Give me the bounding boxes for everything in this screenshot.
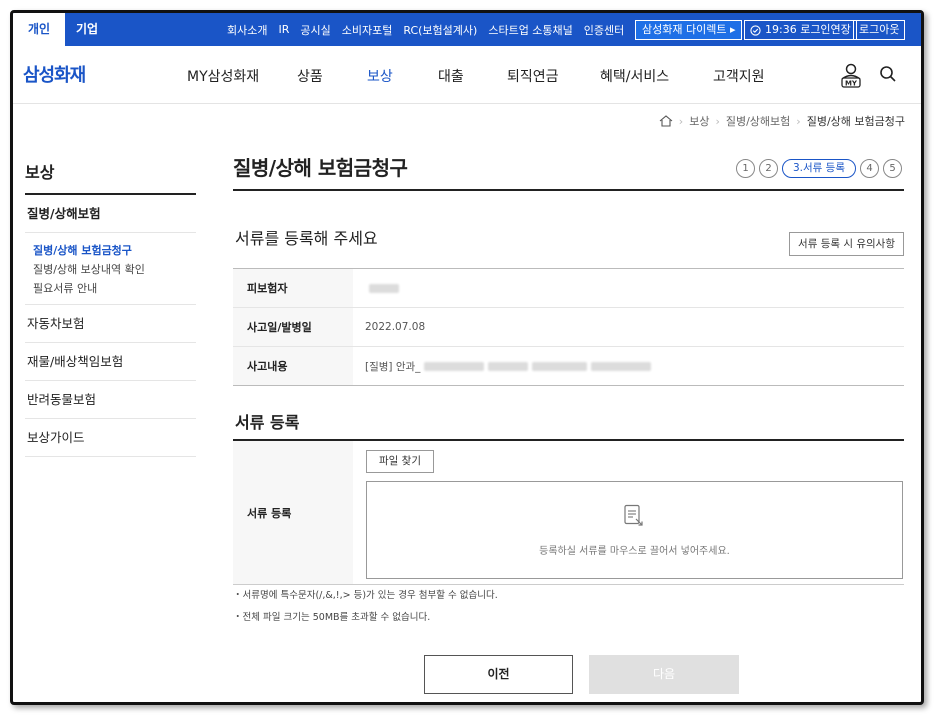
row-label: 사고일/발병일 bbox=[233, 308, 353, 346]
document-upload-icon bbox=[624, 504, 643, 526]
link-consumer-portal[interactable]: 소비자포털 bbox=[342, 22, 393, 38]
upload-label: 서류 등록 bbox=[233, 441, 353, 584]
main-content: 질병/상해 보험금청구 1 2 3.서류 등록 4 5 서류를 등록해 주세요 … bbox=[233, 153, 904, 694]
link-ir[interactable]: IR bbox=[278, 23, 289, 36]
breadcrumb-item[interactable]: 질병/상해보험 bbox=[726, 113, 790, 129]
sidebar-category-pet[interactable]: 반려동물보험 bbox=[25, 381, 196, 419]
masked-text bbox=[369, 283, 399, 293]
table-row: 사고일/발병일 2022.07.08 bbox=[233, 308, 904, 347]
chevron-right-icon: › bbox=[678, 114, 684, 128]
nav-benefits[interactable]: 혜택/서비스 bbox=[600, 66, 669, 86]
insured-value bbox=[353, 283, 399, 293]
tab-corporate[interactable]: 기업 bbox=[65, 13, 109, 46]
sidebar-category-guide[interactable]: 보상가이드 bbox=[25, 419, 196, 457]
section-title-register: 서류를 등록해 주세요 bbox=[235, 229, 378, 248]
chevron-right-icon: › bbox=[796, 114, 801, 128]
upload-note: ・서류명에 특수문자(/,&,!,> 등)가 있는 경우 첨부할 수 없습니다. bbox=[233, 590, 498, 601]
accident-content-value: [질병] 안과_ bbox=[353, 359, 652, 374]
sidebar-category-property[interactable]: 재물/배상책임보험 bbox=[25, 343, 196, 381]
upload-note: ・전체 파일 크기는 50MB를 초과할 수 없습니다. bbox=[233, 612, 431, 623]
row-label: 피보험자 bbox=[233, 269, 353, 307]
link-certification[interactable]: 인증센터 bbox=[584, 22, 624, 38]
caution-button[interactable]: 서류 등록 시 유의사항 bbox=[789, 232, 904, 256]
nav-loans[interactable]: 대출 bbox=[438, 66, 464, 86]
clock-check-icon bbox=[750, 24, 761, 36]
sidebar-item-documents[interactable]: 필요서류 안내 bbox=[33, 279, 196, 298]
my-icon-label: MY bbox=[845, 80, 858, 88]
step-5: 5 bbox=[883, 159, 902, 178]
masked-text bbox=[591, 361, 652, 371]
nav-claims[interactable]: 보상 bbox=[367, 66, 393, 86]
search-icon[interactable] bbox=[879, 65, 897, 83]
link-disclosure[interactable]: 공시실 bbox=[300, 22, 330, 38]
utility-links: 회사소개 IR 공시실 소비자포털 RC(보험설계사) 스타트업 소통채널 인증… bbox=[227, 13, 624, 46]
sidebar-item-history[interactable]: 질병/상해 보상내역 확인 bbox=[33, 260, 196, 279]
sidebar-title: 보상 bbox=[25, 159, 196, 195]
step-1: 1 bbox=[736, 159, 755, 178]
upload-area: 파일 찾기 등록하실 서류를 마우스로 끌어서 넣어주세요. bbox=[353, 441, 904, 584]
chevron-right-icon: › bbox=[715, 114, 720, 128]
link-startup[interactable]: 스타트업 소통채널 bbox=[488, 22, 572, 38]
section-title-upload: 서류 등록 bbox=[235, 413, 300, 432]
step-4: 4 bbox=[860, 159, 879, 178]
link-rc[interactable]: RC(보험설계사) bbox=[403, 22, 477, 38]
masked-text bbox=[532, 361, 588, 371]
drop-zone[interactable]: 등록하실 서류를 마우스로 끌어서 넣어주세요. bbox=[366, 481, 903, 579]
table-row: 사고내용 [질병] 안과_ bbox=[233, 347, 904, 386]
breadcrumb: › 보상 › 질병/상해보험 › 질병/상해 보험금청구 bbox=[659, 113, 905, 129]
session-extend-button[interactable]: 19:36 로그인연장 bbox=[744, 20, 857, 40]
step-2: 2 bbox=[759, 159, 778, 178]
session-label: 19:36 로그인연장 bbox=[765, 23, 851, 36]
utility-bar: 개인 기업 회사소개 IR 공시실 소비자포털 RC(보험설계사) 스타트업 소… bbox=[13, 13, 921, 46]
table-row: 피보험자 bbox=[233, 269, 904, 308]
home-icon[interactable] bbox=[659, 115, 673, 127]
claim-info-table: 피보험자 사고일/발병일 2022.07.08 사고내용 [질병] 안과_ bbox=[233, 268, 904, 386]
tab-personal[interactable]: 개인 bbox=[13, 13, 65, 46]
masked-text bbox=[424, 361, 485, 371]
nav-my[interactable]: MY삼성화재 bbox=[187, 66, 259, 86]
drop-zone-hint: 등록하실 서류를 마우스로 끌어서 넣어주세요. bbox=[539, 546, 730, 557]
prev-button[interactable]: 이전 bbox=[424, 655, 573, 694]
accident-date-value: 2022.07.08 bbox=[365, 321, 426, 333]
logout-button[interactable]: 로그아웃 bbox=[853, 20, 906, 40]
breadcrumb-current: 질병/상해 보험금청구 bbox=[806, 115, 905, 128]
next-button[interactable]: 다음 bbox=[589, 655, 739, 694]
step-3-current: 3.서류 등록 bbox=[782, 159, 856, 178]
find-file-button[interactable]: 파일 찾기 bbox=[366, 450, 434, 473]
nav-support[interactable]: 고객지원 bbox=[713, 66, 765, 86]
main-nav: 삼성화재 MY삼성화재 상품 보상 대출 퇴직연금 혜택/서비스 고객지원 MY bbox=[13, 46, 921, 104]
sidebar-category-disease[interactable]: 질병/상해보험 bbox=[25, 195, 196, 233]
breadcrumb-item[interactable]: 보상 bbox=[689, 113, 709, 129]
direct-button[interactable]: 삼성화재 다이렉트 ▸ bbox=[635, 20, 743, 40]
step-indicator: 1 2 3.서류 등록 4 5 bbox=[736, 159, 902, 178]
sidebar-item-claim[interactable]: 질병/상해 보험금청구 bbox=[33, 241, 196, 260]
browser-frame: 개인 기업 회사소개 IR 공시실 소비자포털 RC(보험설계사) 스타트업 소… bbox=[10, 10, 924, 705]
row-label: 사고내용 bbox=[233, 347, 353, 385]
sidebar-category-auto[interactable]: 자동차보험 bbox=[25, 305, 196, 343]
my-page-icon[interactable]: MY bbox=[839, 62, 863, 88]
sidebar-submenu: 질병/상해 보험금청구 질병/상해 보상내역 확인 필요서류 안내 bbox=[25, 233, 196, 305]
sidebar: 보상 질병/상해보험 질병/상해 보험금청구 질병/상해 보상내역 확인 필요서… bbox=[25, 159, 196, 457]
nav-products[interactable]: 상품 bbox=[297, 66, 323, 86]
brand-logo[interactable]: 삼성화재 bbox=[23, 61, 86, 87]
masked-text bbox=[488, 361, 529, 371]
link-company[interactable]: 회사소개 bbox=[227, 22, 267, 38]
nav-pension[interactable]: 퇴직연금 bbox=[507, 66, 559, 86]
page-title-text: 질병/상해 보험금청구 bbox=[233, 156, 408, 180]
upload-table: 서류 등록 파일 찾기 등록하실 서류를 마우스로 끌어서 넣어주세요. bbox=[233, 439, 904, 585]
